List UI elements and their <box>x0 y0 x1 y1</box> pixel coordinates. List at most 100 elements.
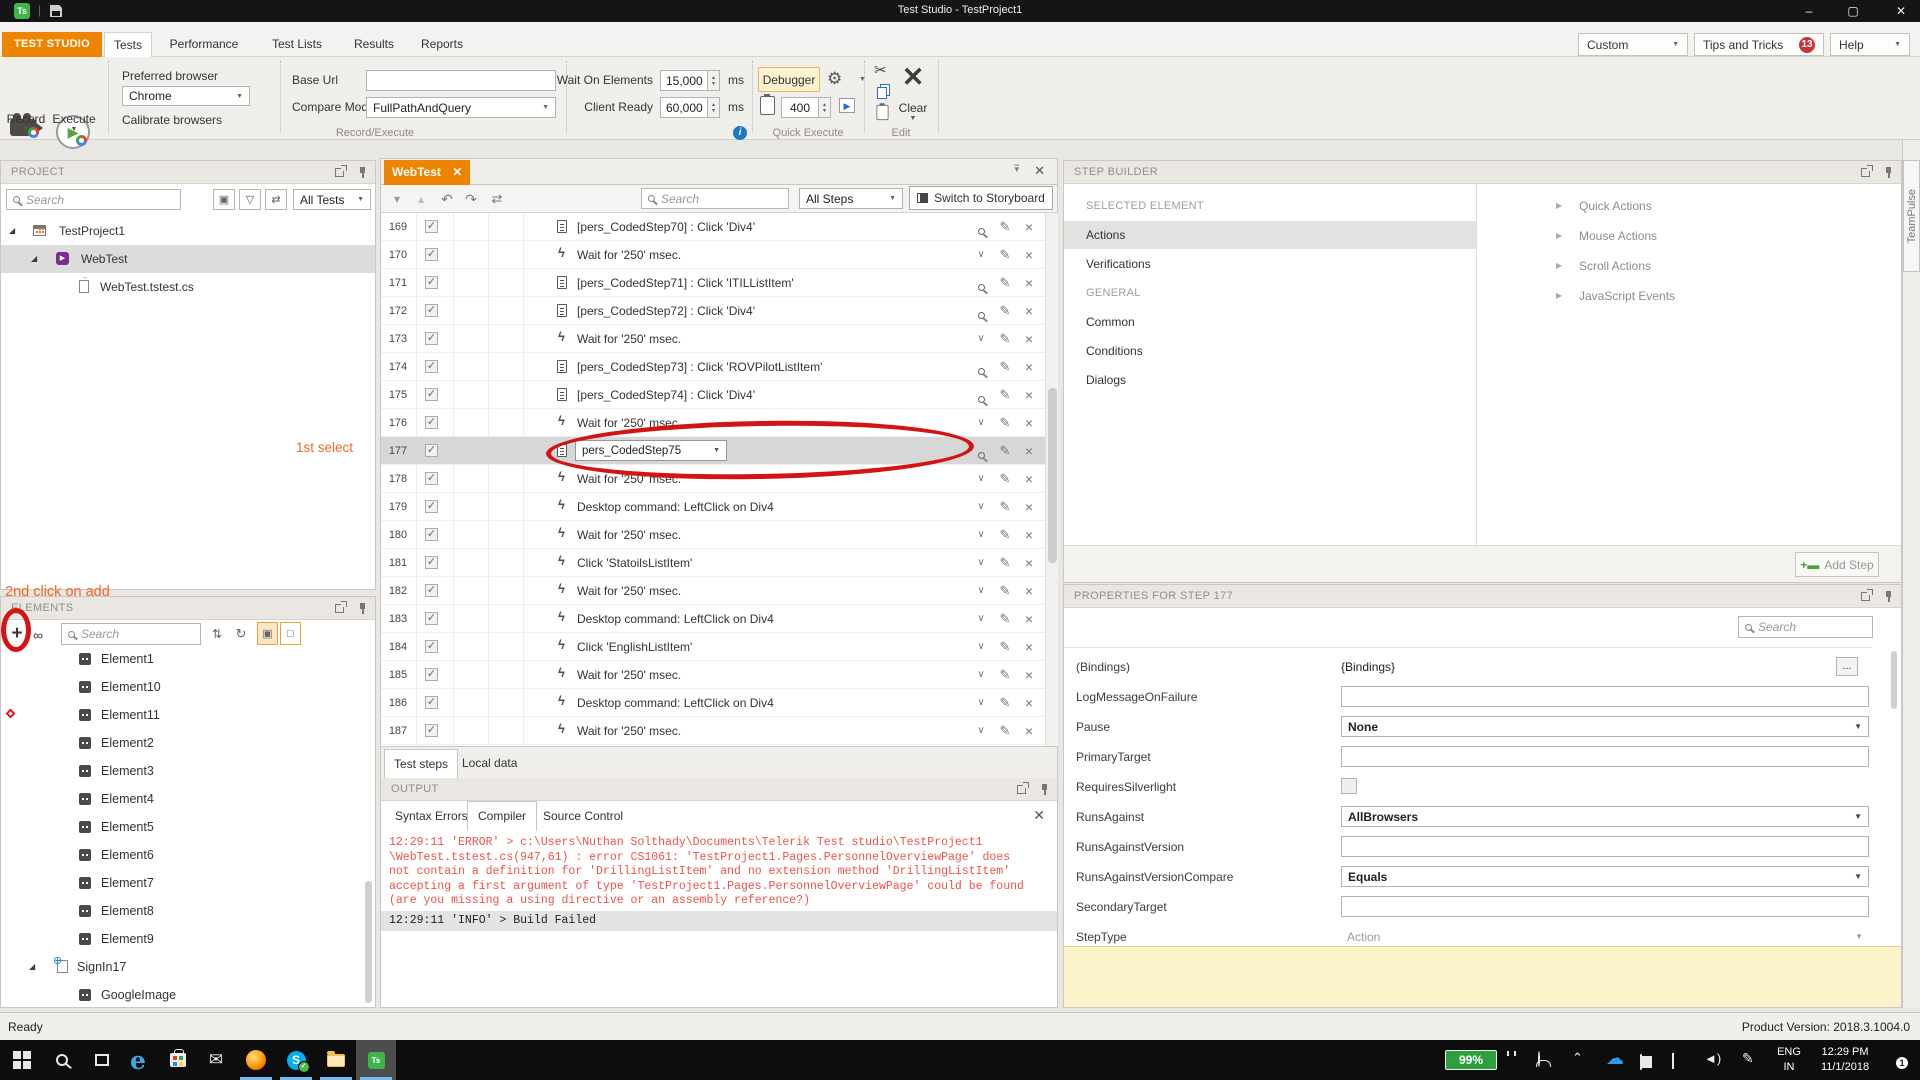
step-checkbox[interactable]: ✓ <box>425 696 438 709</box>
builder-item-conditions[interactable]: Conditions <box>1064 337 1476 365</box>
wait-on-elements-input[interactable]: 15,000 <box>660 70 708 91</box>
test-step-row[interactable]: 187✓ϟWait for '250' msec.∨✎× <box>381 717 1045 745</box>
expander-icon[interactable]: ◢ <box>9 217 15 245</box>
property-select[interactable]: Equals▼ <box>1341 866 1869 887</box>
delete-step-icon[interactable]: × <box>1021 717 1037 745</box>
paste-icon[interactable] <box>877 105 889 120</box>
quick-execute-value-input[interactable]: 400 <box>781 97 819 118</box>
element-item[interactable]: ◢SignIn17 <box>1 953 375 981</box>
delete-step-icon[interactable]: × <box>1021 297 1037 325</box>
element-item[interactable]: Element3 <box>1 757 375 785</box>
elements-search-input[interactable]: Search <box>61 623 201 645</box>
test-step-row[interactable]: 182✓ϟWait for '250' msec.∨✎× <box>381 577 1045 605</box>
element-item[interactable]: Element6 <box>1 841 375 869</box>
tree-item-code-file[interactable]: WebTest.tstest.cs <box>1 273 375 301</box>
edit-step-icon[interactable]: ✎ <box>997 661 1013 689</box>
people-icon[interactable] <box>1538 1052 1540 1066</box>
copy-icon[interactable] <box>877 87 887 99</box>
steps-scrollbar[interactable] <box>1045 213 1058 746</box>
step-checkbox[interactable]: ✓ <box>425 304 438 317</box>
step-checkbox[interactable]: ✓ <box>425 444 438 457</box>
step-checkbox[interactable]: ✓ <box>425 612 438 625</box>
builder-action-quick-actions[interactable]: ▶Quick Actions <box>1476 192 1901 220</box>
clipboard-icon[interactable] <box>760 96 775 115</box>
taskbar-icon-test-studio[interactable]: Ts <box>356 1040 396 1080</box>
element-item[interactable]: GoogleImage <box>1 981 375 1005</box>
popout-icon[interactable] <box>1017 785 1026 794</box>
filter-button[interactable]: ▽ <box>239 189 261 210</box>
element-item[interactable]: Element8 <box>1 897 375 925</box>
edit-step-icon[interactable]: ✎ <box>997 409 1013 437</box>
test-step-row[interactable]: 178✓ϟWait for '250' msec.∨✎× <box>381 465 1045 493</box>
property-checkbox[interactable] <box>1341 778 1357 794</box>
chevron-down-icon[interactable]: ∨ <box>973 717 989 745</box>
taskbar-icon-task-view[interactable] <box>82 1040 122 1080</box>
record-insert-icon[interactable]: ⇄ <box>489 185 505 213</box>
builder-action-javascript-events[interactable]: ▶JavaScript Events <box>1476 282 1901 310</box>
edit-step-icon[interactable]: ✎ <box>997 605 1013 633</box>
chevron-down-icon[interactable]: ∨ <box>973 241 989 269</box>
property-input[interactable] <box>1341 896 1869 917</box>
ribbon-tab-test-lists[interactable]: Test Lists <box>256 32 338 57</box>
tips-and-tricks-button[interactable]: Tips and Tricks13 <box>1694 33 1824 56</box>
edit-step-icon[interactable]: ✎ <box>997 465 1013 493</box>
step-checkbox[interactable]: ✓ <box>425 220 438 233</box>
pen-icon[interactable]: ✎ <box>1742 1050 1754 1067</box>
delete-step-icon[interactable]: × <box>1021 353 1037 381</box>
property-input[interactable] <box>1341 746 1869 767</box>
network-icon[interactable] <box>1672 1054 1674 1068</box>
test-step-row[interactable]: 169✓[pers_CodedStep70] : Click 'Div4'✎× <box>381 213 1045 241</box>
delete-step-icon[interactable]: × <box>1021 493 1037 521</box>
tree-item-project[interactable]: ◢ TestProject1 <box>1 217 375 245</box>
step-checkbox[interactable]: ✓ <box>425 332 438 345</box>
builder-item-common[interactable]: Common <box>1064 308 1476 336</box>
expander-icon[interactable]: ◢ <box>29 953 35 981</box>
test-step-row[interactable]: 175✓[pers_CodedStep74] : Click 'Div4'✎× <box>381 381 1045 409</box>
ribbon-tab-tests[interactable]: Tests <box>104 32 152 57</box>
builder-item-verifications[interactable]: Verifications <box>1064 250 1476 278</box>
edit-step-icon[interactable]: ✎ <box>997 633 1013 661</box>
project-search-input[interactable]: Search <box>6 189 181 210</box>
expander-icon[interactable]: ◢ <box>31 245 37 273</box>
run-to-step-icon[interactable]: ▶ <box>839 98 855 113</box>
step-checkbox[interactable]: ✓ <box>425 416 438 429</box>
close-panel-icon[interactable]: ✕ <box>1034 163 1045 179</box>
ribbon-tab-results[interactable]: Results <box>344 32 404 57</box>
test-step-row[interactable]: 186✓ϟDesktop command: LeftClick on Div4∨… <box>381 689 1045 717</box>
test-step-row[interactable]: 170✓ϟWait for '250' msec.∨✎× <box>381 241 1045 269</box>
teampulse-tab[interactable]: TeamPulse <box>1903 160 1920 272</box>
coded-step-name-select[interactable]: pers_CodedStep75▼ <box>575 440 727 461</box>
info-icon[interactable]: i <box>733 126 747 140</box>
pin-icon[interactable] <box>1884 590 1893 603</box>
pin-icon[interactable] <box>358 602 367 615</box>
step-checkbox[interactable]: ✓ <box>425 556 438 569</box>
step-checkbox[interactable]: ✓ <box>425 500 438 513</box>
step-checkbox[interactable]: ✓ <box>425 668 438 681</box>
browser-select[interactable]: Chrome▼ <box>122 86 250 106</box>
edit-step-icon[interactable]: ✎ <box>997 689 1013 717</box>
tab-compiler[interactable]: Compiler <box>467 801 537 831</box>
step-checkbox[interactable]: ✓ <box>425 724 438 737</box>
test-filter-select[interactable]: All Tests▼ <box>293 189 371 210</box>
test-step-row[interactable]: 177✓pers_CodedStep75▼✎× <box>381 437 1045 465</box>
maximize-button[interactable]: ▢ <box>1840 3 1866 19</box>
chevron-down-icon[interactable]: ∨ <box>973 521 989 549</box>
edit-step-icon[interactable]: ✎ <box>997 381 1013 409</box>
builder-item-dialogs[interactable]: Dialogs <box>1064 366 1476 394</box>
client-ready-input[interactable]: 60,000 <box>660 97 708 118</box>
plug-icon[interactable] <box>1505 1055 1510 1069</box>
add-step-button[interactable]: +▬ Add Step <box>1795 552 1879 577</box>
minimize-button[interactable]: – <box>1796 3 1822 19</box>
delete-step-icon[interactable]: × <box>1021 577 1037 605</box>
language-indicator[interactable]: ENGIN <box>1772 1045 1806 1075</box>
taskbar-icon-skype[interactable]: S <box>276 1040 316 1080</box>
bindings-ellipsis-button[interactable]: ... <box>1836 657 1858 676</box>
delete-step-icon[interactable]: × <box>1021 241 1037 269</box>
element-item[interactable]: Element7 <box>1 869 375 897</box>
tab-source-control[interactable]: Source Control <box>533 801 633 831</box>
edit-step-icon[interactable]: ✎ <box>997 437 1013 465</box>
edit-step-icon[interactable]: ✎ <box>997 269 1013 297</box>
build-info-row[interactable]: 12:29:11 'INFO' > Build Failed <box>381 911 1057 931</box>
chevron-down-icon[interactable]: ∨ <box>973 549 989 577</box>
edit-step-icon[interactable]: ✎ <box>997 213 1013 241</box>
